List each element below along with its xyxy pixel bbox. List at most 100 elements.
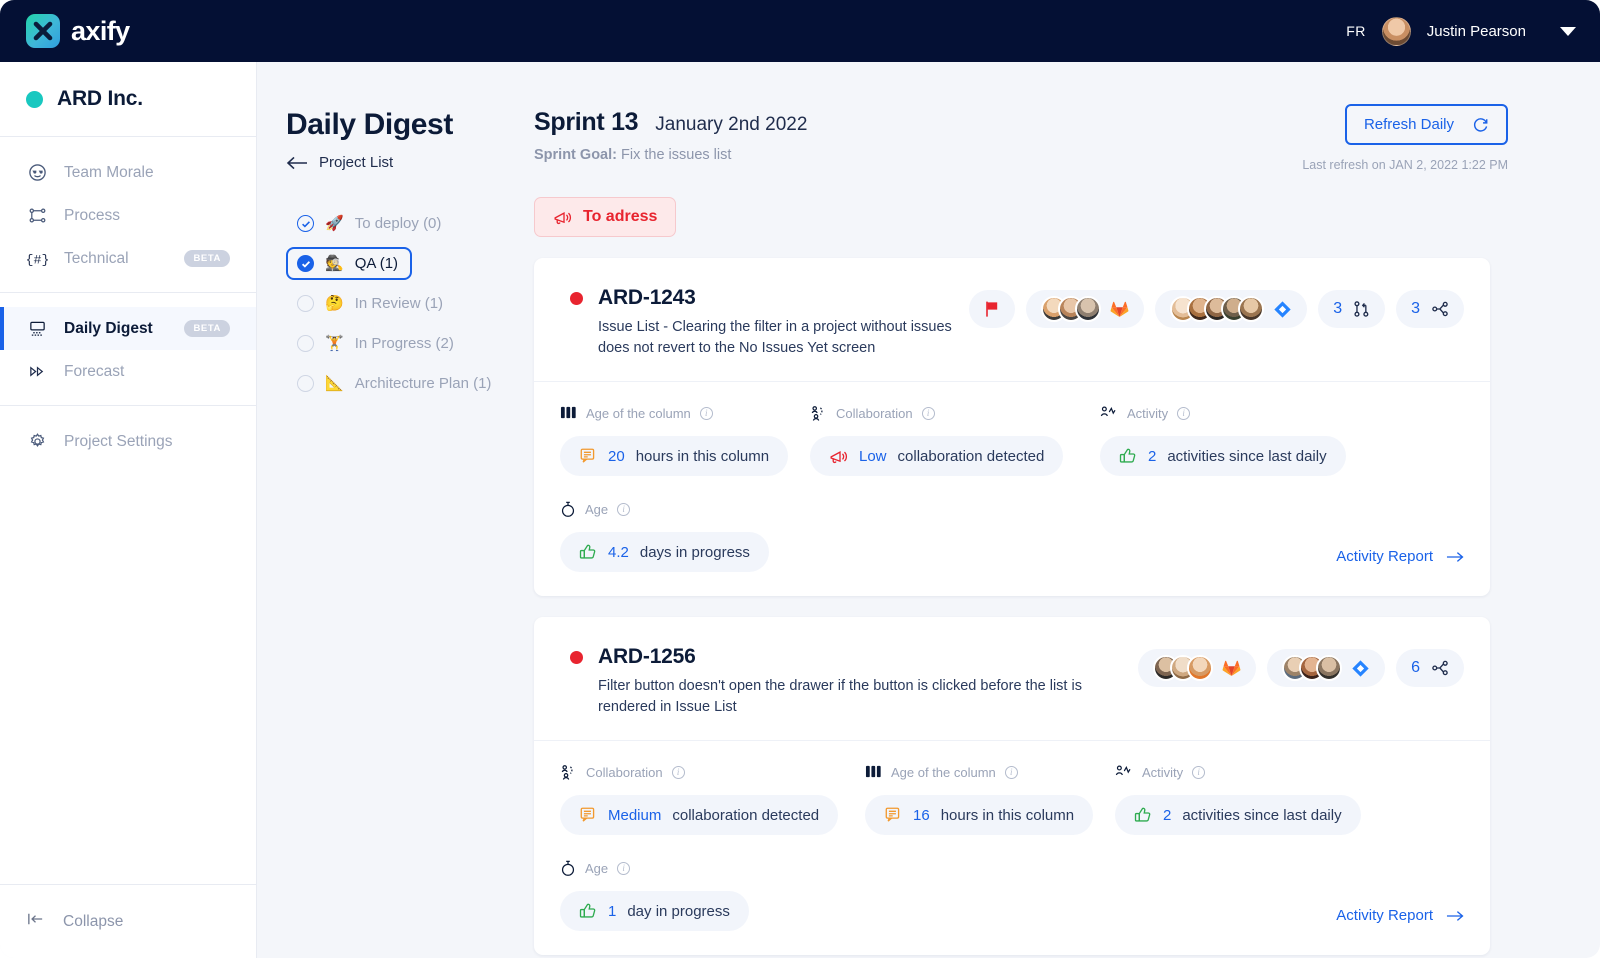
sidebar-item-process[interactable]: Process bbox=[0, 194, 256, 237]
avatar-stack bbox=[1153, 655, 1213, 681]
sidebar: ARD Inc. Team Morale bbox=[0, 62, 257, 958]
gitlab-badge[interactable] bbox=[1138, 649, 1256, 687]
issue-id[interactable]: ARD-1243 bbox=[598, 286, 696, 310]
column-filter-in-review[interactable]: 🤔 In Review (1) bbox=[286, 287, 457, 320]
sidebar-item-project-settings[interactable]: Project Settings bbox=[0, 420, 256, 463]
info-icon[interactable]: i bbox=[617, 862, 630, 875]
metric-age: Age i 1 day in progress bbox=[560, 857, 749, 931]
gear-icon bbox=[26, 432, 48, 451]
issue-info: ARD-1243 Issue List - Clearing the filte… bbox=[560, 286, 969, 359]
info-icon[interactable]: i bbox=[1177, 407, 1190, 420]
sidebar-item-label: Process bbox=[64, 207, 120, 225]
radio-check-icon bbox=[297, 215, 314, 232]
code-braces-icon: {#} bbox=[26, 249, 48, 268]
sidebar-item-label: Daily Digest bbox=[64, 320, 153, 338]
activity-report-link[interactable]: Activity Report bbox=[1336, 548, 1464, 572]
info-icon[interactable]: i bbox=[672, 766, 685, 779]
top-bar-right: FR Justin Pearson bbox=[1346, 17, 1576, 46]
jira-badge[interactable] bbox=[1267, 649, 1385, 687]
brand-name: axify bbox=[71, 16, 130, 47]
branch-badge[interactable]: 3 bbox=[1396, 290, 1464, 328]
column-filter-architecture-plan[interactable]: 📐 Architecture Plan (1) bbox=[286, 367, 505, 400]
column-filter-qa[interactable]: 🕵️ QA (1) bbox=[286, 247, 412, 280]
issue-info: ARD-1256 Filter button doesn't open the … bbox=[560, 645, 1138, 718]
issue-id[interactable]: ARD-1256 bbox=[598, 645, 696, 669]
metric-chip: 2 activities since last daily bbox=[1100, 436, 1346, 476]
metric-label: Age bbox=[585, 861, 608, 876]
metric-text: activities since last daily bbox=[1182, 807, 1341, 824]
beta-badge: BETA bbox=[184, 320, 230, 337]
user-avatar[interactable] bbox=[1382, 17, 1411, 46]
brand-logo[interactable]: axify bbox=[26, 14, 130, 48]
activity-pulse-icon bbox=[1115, 764, 1133, 781]
sprint-date: January 2nd 2022 bbox=[655, 114, 807, 136]
refresh-button-label: Refresh Daily bbox=[1364, 116, 1454, 133]
column-filter-label: To deploy (0) bbox=[355, 215, 442, 232]
age-text: days in progress bbox=[640, 544, 750, 561]
issue-card[interactable]: ARD-1256 Filter button doesn't open the … bbox=[534, 617, 1490, 955]
info-icon[interactable]: i bbox=[1192, 766, 1205, 779]
pull-request-badge[interactable]: 3 bbox=[1318, 290, 1385, 328]
sidebar-item-daily-digest[interactable]: Daily Digest BETA bbox=[0, 307, 256, 350]
issue-card[interactable]: ARD-1243 Issue List - Clearing the filte… bbox=[534, 258, 1490, 596]
flag-badge[interactable] bbox=[969, 290, 1015, 328]
thumbs-up-icon bbox=[579, 543, 597, 561]
info-icon[interactable]: i bbox=[922, 407, 935, 420]
avatar bbox=[1075, 296, 1101, 322]
column-filter-to-deploy[interactable]: 🚀 To deploy (0) bbox=[286, 207, 455, 240]
sprint-header: Sprint 13 January 2nd 2022 Sprint Goal: … bbox=[515, 62, 1600, 163]
jira-badge[interactable] bbox=[1155, 290, 1307, 328]
chevron-down-icon[interactable] bbox=[1560, 27, 1576, 36]
branch-badge[interactable]: 6 bbox=[1396, 649, 1464, 687]
flag-icon bbox=[984, 300, 1000, 318]
digest-board-icon bbox=[26, 319, 48, 338]
age-row: Age i 1 day in progress bbox=[560, 857, 1464, 931]
column-filter-in-progress[interactable]: 🏋️ In Progress (2) bbox=[286, 327, 468, 360]
refresh-icon bbox=[1472, 116, 1489, 133]
to-address-badge[interactable]: To adress bbox=[534, 197, 676, 237]
activity-report-link[interactable]: Activity Report bbox=[1336, 907, 1464, 931]
column-filter-label: In Review (1) bbox=[355, 295, 443, 312]
organization-header[interactable]: ARD Inc. bbox=[0, 62, 256, 136]
activity-report-label: Activity Report bbox=[1336, 548, 1433, 565]
sidebar-item-technical[interactable]: {#} Technical BETA bbox=[0, 237, 256, 280]
back-to-project-list-link[interactable]: Project List bbox=[286, 154, 515, 171]
column-emoji: 📐 bbox=[325, 376, 344, 391]
refresh-daily-button[interactable]: Refresh Daily bbox=[1345, 104, 1508, 145]
issue-card-header: ARD-1256 Filter button doesn't open the … bbox=[534, 617, 1490, 740]
metric-header: Age i bbox=[560, 857, 749, 879]
gitlab-badge[interactable] bbox=[1026, 290, 1144, 328]
metric-text: activities since last daily bbox=[1167, 448, 1326, 465]
arrow-right-icon bbox=[1446, 910, 1464, 922]
avatar bbox=[1187, 655, 1213, 681]
sidebar-item-forecast[interactable]: Forecast bbox=[0, 350, 256, 393]
info-icon[interactable]: i bbox=[617, 503, 630, 516]
megaphone-icon bbox=[553, 209, 572, 226]
arrow-right-icon bbox=[1446, 551, 1464, 563]
metric-label: Collaboration bbox=[586, 765, 663, 780]
column-filter-label: In Progress (2) bbox=[355, 335, 454, 352]
issue-id-row: ARD-1256 bbox=[570, 645, 1138, 669]
arrow-left-icon bbox=[286, 156, 308, 170]
issue-card-metrics: Age of the column i 20 hours in this col… bbox=[534, 381, 1490, 596]
to-address-label: To adress bbox=[583, 208, 657, 226]
main-content: Sprint 13 January 2nd 2022 Sprint Goal: … bbox=[515, 62, 1600, 958]
column-emoji: 🏋️ bbox=[325, 336, 344, 351]
metric-header: Activity i bbox=[1100, 402, 1346, 424]
radio-empty-icon bbox=[297, 295, 314, 312]
sprint-name: Sprint 13 bbox=[534, 108, 638, 137]
info-icon[interactable]: i bbox=[700, 407, 713, 420]
branch-count: 6 bbox=[1411, 659, 1420, 677]
pull-request-icon bbox=[1353, 300, 1370, 318]
metric-value: 16 bbox=[913, 807, 930, 824]
language-switcher[interactable]: FR bbox=[1346, 23, 1365, 39]
column-emoji: 🚀 bbox=[325, 216, 344, 231]
issue-summary: Filter button doesn't open the drawer if… bbox=[598, 676, 1138, 718]
metric-label: Activity bbox=[1142, 765, 1183, 780]
sidebar-item-team-morale[interactable]: Team Morale bbox=[0, 151, 256, 194]
thumbs-up-icon bbox=[1119, 447, 1137, 465]
info-icon[interactable]: i bbox=[1005, 766, 1018, 779]
last-refresh-timestamp: Last refresh on JAN 2, 2022 1:22 PM bbox=[1302, 158, 1508, 172]
collapse-sidebar-button[interactable]: Collapse bbox=[0, 884, 256, 958]
metric-label: Activity bbox=[1127, 406, 1168, 421]
